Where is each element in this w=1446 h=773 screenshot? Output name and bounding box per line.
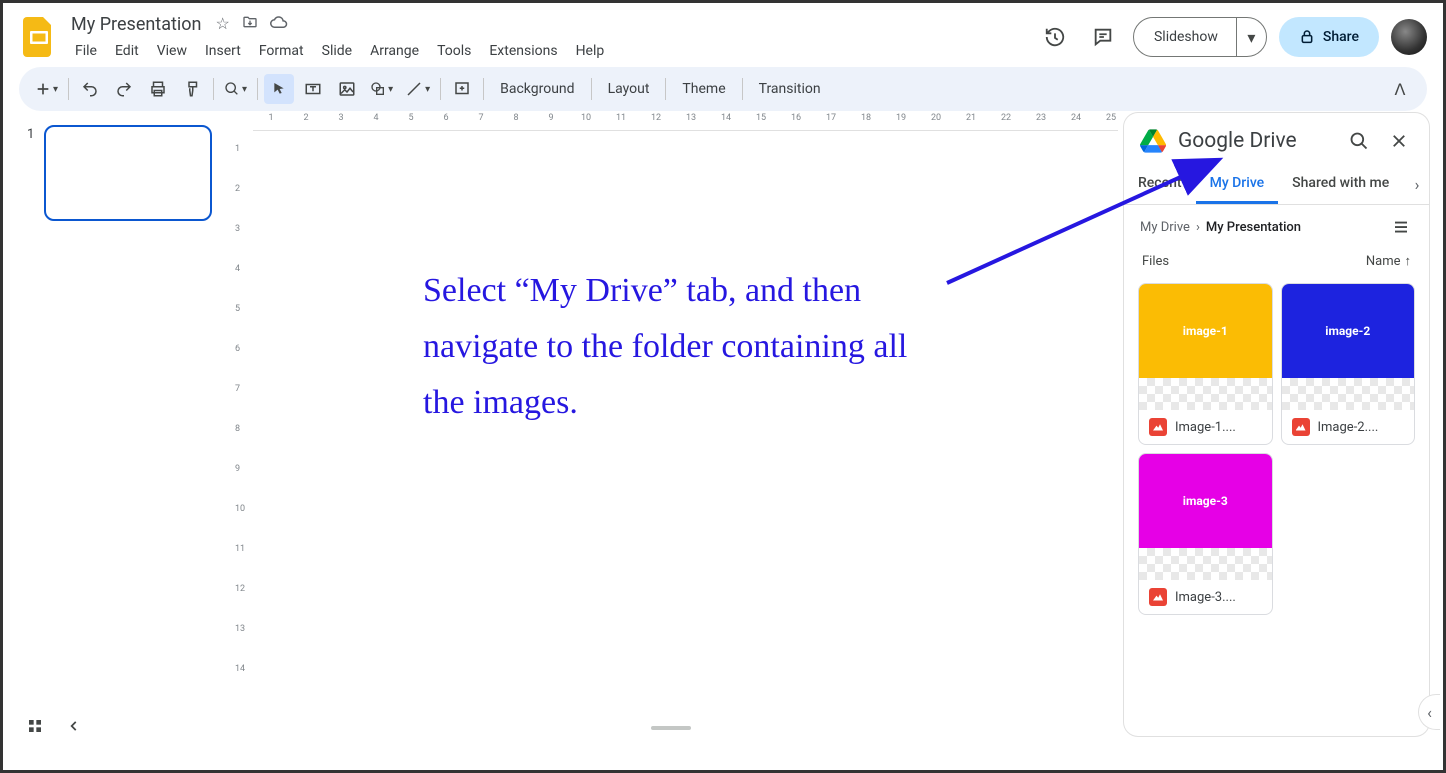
tabs-scroll-right-icon[interactable]: › (1405, 173, 1429, 197)
comments-icon[interactable] (1085, 19, 1121, 55)
shape-tool[interactable]: ▾ (366, 74, 397, 104)
account-avatar[interactable] (1391, 19, 1427, 55)
slideshow-dropdown[interactable]: ▾ (1236, 18, 1266, 56)
share-label: Share (1323, 29, 1359, 45)
menu-slide[interactable]: Slide (314, 39, 360, 63)
menu-format[interactable]: Format (251, 39, 312, 63)
share-button[interactable]: Share (1279, 17, 1379, 57)
menu-view[interactable]: View (149, 39, 195, 63)
file-checker (1139, 548, 1272, 580)
speaker-notes-handle[interactable] (651, 726, 691, 730)
select-tool[interactable] (264, 74, 294, 104)
filmstrip: 1 (3, 111, 223, 750)
paint-format-button[interactable] (177, 74, 207, 104)
file-checker (1282, 378, 1415, 410)
arrow-up-icon: ↑ (1405, 253, 1412, 269)
transition-button[interactable]: Transition (749, 81, 831, 97)
crumb-root[interactable]: My Drive (1140, 220, 1190, 235)
image-file-icon (1149, 418, 1167, 436)
file-name: Image-1.... (1175, 420, 1236, 435)
slides-app-icon[interactable] (19, 17, 59, 57)
toolbar: ▾ ▾ ▾ ▾ Background Layout Theme Transiti… (19, 67, 1427, 111)
document-title[interactable]: My Presentation (67, 12, 205, 37)
annotation-text: Select “My Drive” tab, and then navigate… (423, 263, 953, 431)
drive-tab-recent[interactable]: Recent (1124, 165, 1196, 204)
menu-file[interactable]: File (67, 39, 105, 63)
menu-help[interactable]: Help (568, 39, 613, 63)
file-name: Image-2.... (1318, 420, 1379, 435)
menu-insert[interactable]: Insert (197, 39, 249, 63)
menu-bar: File Edit View Insert Format Slide Arran… (67, 39, 1037, 63)
menu-edit[interactable]: Edit (107, 39, 147, 63)
file-card[interactable]: image-2 Image-2.... (1281, 283, 1416, 445)
horizontal-ruler: 1234567891011121314151617181920212223242… (253, 111, 1118, 131)
slide-thumbnail-1[interactable] (44, 125, 212, 221)
undo-button[interactable] (75, 74, 105, 104)
background-button[interactable]: Background (490, 81, 584, 97)
drive-logo-icon (1140, 129, 1166, 153)
new-slide-button[interactable]: ▾ (31, 74, 62, 104)
file-name: Image-3.... (1175, 590, 1236, 605)
line-tool[interactable]: ▾ (401, 74, 434, 104)
hide-filmstrip-icon[interactable] (67, 718, 81, 738)
drive-panel-title: Google Drive (1178, 129, 1333, 153)
drive-side-panel: Google Drive Recent My Drive Shared with… (1124, 113, 1429, 736)
file-preview: image-1 (1139, 284, 1272, 378)
print-button[interactable] (143, 74, 173, 104)
drive-close-icon[interactable] (1385, 127, 1413, 155)
slide-canvas[interactable] (265, 143, 1098, 730)
files-section-label: Files (1142, 254, 1169, 269)
grid-view-icon[interactable] (27, 718, 43, 738)
menu-extensions[interactable]: Extensions (481, 39, 565, 63)
slideshow-button[interactable]: Slideshow (1134, 18, 1236, 56)
slide-number: 1 (27, 127, 34, 142)
theme-button[interactable]: Theme (672, 81, 735, 97)
redo-button[interactable] (109, 74, 139, 104)
menu-tools[interactable]: Tools (429, 39, 479, 63)
star-icon[interactable]: ☆ (215, 14, 229, 34)
drive-search-icon[interactable] (1345, 127, 1373, 155)
collapse-toolbar-icon[interactable]: ᐱ (1385, 74, 1415, 104)
zoom-button[interactable]: ▾ (220, 74, 251, 104)
file-preview: image-3 (1139, 454, 1272, 548)
file-preview: image-2 (1282, 284, 1415, 378)
list-view-icon[interactable] (1389, 215, 1413, 239)
menu-arrange[interactable]: Arrange (362, 39, 427, 63)
layout-button[interactable]: Layout (598, 81, 660, 97)
chevron-right-icon: › (1196, 220, 1200, 235)
crumb-current[interactable]: My Presentation (1206, 220, 1301, 235)
file-card[interactable]: image-1 Image-1.... (1138, 283, 1273, 445)
drive-tab-shared[interactable]: Shared with me (1278, 165, 1403, 204)
cloud-status-icon[interactable] (270, 14, 288, 34)
image-file-icon (1149, 588, 1167, 606)
file-checker (1139, 378, 1272, 410)
drive-tab-mydrive[interactable]: My Drive (1196, 165, 1279, 204)
move-icon[interactable] (242, 14, 258, 34)
image-file-icon (1292, 418, 1310, 436)
textbox-tool[interactable] (298, 74, 328, 104)
history-icon[interactable] (1037, 19, 1073, 55)
file-card[interactable]: image-3 Image-3.... (1138, 453, 1273, 615)
comment-tool[interactable] (447, 74, 477, 104)
drive-breadcrumb: My Drive › My Presentation (1124, 205, 1429, 249)
vertical-ruler: 1234567891011121314 (233, 131, 253, 750)
image-tool[interactable] (332, 74, 362, 104)
sort-by-name[interactable]: Name ↑ (1366, 253, 1411, 269)
